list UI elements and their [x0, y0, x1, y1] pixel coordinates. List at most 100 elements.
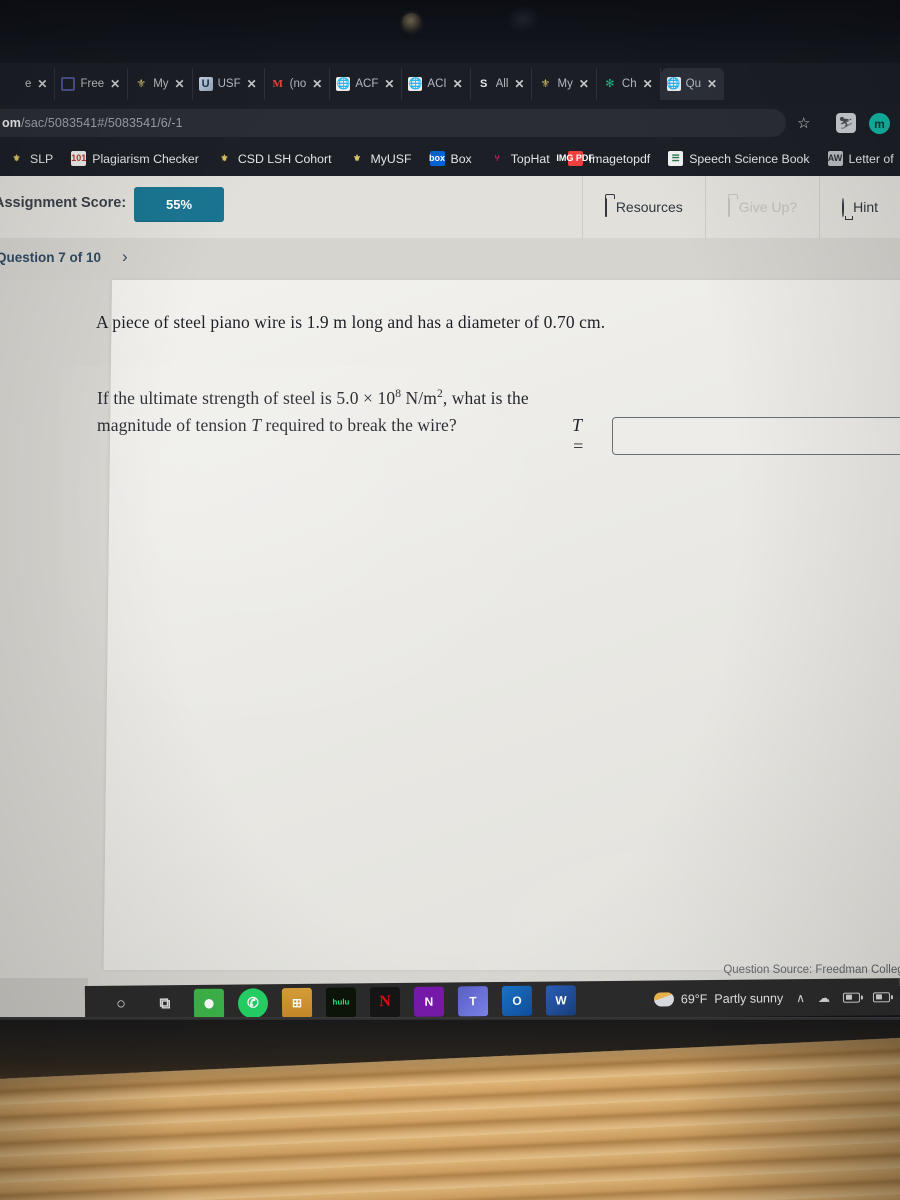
browser-tab-label: Qu — [685, 78, 701, 90]
answer-input[interactable] — [612, 417, 900, 455]
weather-temperature: 69°F — [680, 991, 708, 1006]
give-up-button[interactable]: Give Up? — [704, 176, 819, 238]
task-view-button[interactable]: ⧉ — [150, 989, 180, 1019]
bookmark-item-8[interactable]: AW Letter of — [819, 146, 900, 172]
browser-tab-label: (no — [289, 78, 307, 90]
bookmarks-bar: ⚜ SLP 101 Plagiarism Checker ⚜ CSD LSH Cohort… — [0, 141, 900, 176]
netflix-app[interactable]: N — [369, 986, 401, 1017]
browser-tab-4[interactable]: M (no ✕ — [265, 68, 331, 100]
browser-tab-9[interactable]: ✻ Ch ✕ — [597, 68, 661, 100]
teams-app[interactable]: T — [457, 985, 489, 1016]
bookmark-item-7[interactable]: ☰ Speech Science Book — [659, 146, 818, 172]
question-statement-line1: A piece of steel piano wire is 1.9 m lon… — [96, 312, 606, 332]
browser-tab-close-icon[interactable]: ✕ — [707, 77, 717, 91]
browser-tab-close-icon[interactable]: ✕ — [247, 77, 257, 91]
bookmark-label: CSD LSH Cohort — [237, 151, 332, 166]
browser-tab-0[interactable]: e ✕ — [0, 68, 56, 100]
question-nav-bar: Question 7 of 10 › — [0, 238, 900, 280]
browser-tab-label: My — [153, 78, 169, 90]
browser-tab-close-icon[interactable]: ✕ — [643, 77, 653, 91]
question-counter: Question 7 of 10 — [0, 250, 102, 265]
bookmark-label: MyUSF — [370, 151, 412, 166]
browser-tab-strip: e ✕ Free ✕ ⚜ My ✕ U USF ✕ M (no ✕ 🌐 ACF ✕ 🌐 ACI ✕ S All ✕ ⚜ My ✕… — [0, 63, 900, 105]
tophat-icon: ⑂ — [494, 153, 500, 163]
desk-foreground — [0, 1020, 900, 1200]
taskbar-app-icons: ○ ⧉ ✆ ⊞ hulu N N T O W — [85, 984, 583, 1020]
generic-icon — [6, 77, 20, 91]
bookmark-star-icon[interactable]: ☆ — [797, 116, 810, 131]
s-icon: S — [479, 77, 488, 90]
start-button[interactable]: ○ — [106, 989, 136, 1019]
network-icon[interactable] — [872, 991, 891, 1002]
bookmark-label: TopHat — [510, 151, 550, 166]
extension-icon[interactable]: ⛷ — [836, 113, 856, 133]
onenote-app[interactable]: N — [413, 986, 445, 1017]
browser-tab-close-icon[interactable]: ✕ — [514, 77, 524, 91]
browser-tab-close-icon[interactable]: ✕ — [110, 77, 120, 91]
screenshot-root: e ✕ Free ✕ ⚜ My ✕ U USF ✕ M (no ✕ 🌐 ACF ✕ 🌐 ACI ✕ S All ✕ ⚜ My ✕… — [0, 0, 900, 1200]
address-bar-text: om/sac/5083541#/5083541/6/-1 — [2, 116, 183, 130]
hulu-app[interactable]: hulu — [325, 986, 357, 1018]
assignment-score-value: 55% — [134, 187, 224, 222]
browser-tab-close-icon[interactable]: ✕ — [384, 77, 394, 91]
browser-tab-label: ACF — [355, 78, 379, 90]
give-up-icon — [727, 197, 730, 217]
globe-icon: 🌐 — [336, 77, 351, 91]
bookmark-label: Letter of — [848, 151, 894, 166]
box-icon: box — [429, 151, 445, 166]
browser-tab-label: Ch — [621, 78, 637, 90]
browser-tab-close-icon[interactable]: ✕ — [37, 77, 47, 91]
browser-tab-5[interactable]: 🌐 ACF ✕ — [330, 68, 403, 100]
browser-tab-10[interactable]: 🌐 Qu ✕ — [660, 68, 725, 100]
browser-tab-8[interactable]: ⚜ My ✕ — [532, 68, 597, 100]
resources-button[interactable]: Resources — [581, 176, 705, 238]
hint-button[interactable]: Hint — [819, 176, 900, 238]
bookmark-item-5[interactable]: ⑂ TopHat — [481, 146, 559, 172]
browser-tab-label: Free — [80, 78, 105, 90]
microsoft-store-app[interactable]: ⊞ — [281, 987, 313, 1018]
address-bar[interactable]: om/sac/5083541#/5083541/6/-1 — [0, 109, 786, 137]
question-part-b: N/m — [401, 388, 437, 408]
profile-avatar[interactable]: m — [869, 113, 890, 134]
whatsapp-app[interactable]: ✆ — [237, 987, 269, 1019]
word-app[interactable]: W — [545, 984, 577, 1016]
gmail-icon: M — [272, 77, 283, 90]
globe-icon: 🌐 — [666, 77, 681, 91]
bookmark-item-1[interactable]: 101 Plagiarism Checker — [62, 146, 208, 172]
browser-tab-2[interactable]: ⚜ My ✕ — [128, 68, 193, 100]
folder-icon — [604, 197, 607, 217]
show-hidden-icons-chevron-icon[interactable]: ∧ — [796, 991, 805, 1005]
browser-tab-close-icon[interactable]: ✕ — [312, 77, 322, 91]
browser-tab-6[interactable]: 🌐 ACI ✕ — [402, 68, 471, 100]
question-card: A piece of steel piano wire is 1.9 m lon… — [96, 280, 900, 976]
browser-tab-3[interactable]: U USF ✕ — [193, 68, 265, 100]
browser-tab-7[interactable]: S All ✕ — [471, 68, 533, 100]
bookmark-item-0[interactable]: ⚜ SLP — [0, 146, 62, 172]
globe-icon: 🌐 — [408, 77, 423, 91]
browser-tab-1[interactable]: Free ✕ — [55, 68, 129, 100]
flame-icon: ⚜ — [12, 153, 21, 163]
browser-tab-close-icon[interactable]: ✕ — [175, 77, 185, 91]
flame-icon: ⚜ — [540, 77, 551, 90]
outlook-app[interactable]: O — [501, 985, 533, 1016]
question-toolbar: Resources Give Up? Hint — [581, 176, 900, 238]
bookmark-item-4[interactable]: box Box — [421, 146, 481, 172]
browser-tab-close-icon[interactable]: ✕ — [579, 77, 589, 91]
weather-widget[interactable]: 69°F Partly sunny — [653, 991, 783, 1007]
browser-tab-label: USF — [217, 78, 241, 90]
browser-tab-close-icon[interactable]: ✕ — [453, 77, 463, 91]
question-source: Question Source: Freedman College — [723, 964, 900, 976]
browser-tab-label: e — [25, 78, 32, 90]
question-part-a: If the ultimate strength of steel is 5.0… — [97, 388, 396, 408]
address-path: /sac/5083541#/5083541/6/-1 — [20, 116, 183, 130]
next-question-chevron-icon[interactable]: › — [122, 247, 128, 267]
bookmark-item-6[interactable]: IMG PDF Imagetopdf — [556, 146, 660, 172]
bookmark-item-3[interactable]: ⚜ MyUSF — [341, 146, 421, 172]
ring-icon — [61, 77, 76, 91]
taskbar-system-tray: 69°F Partly sunny ∧ ☁ — [653, 990, 900, 1007]
chrome-app[interactable] — [193, 988, 225, 1019]
battery-icon[interactable] — [842, 992, 861, 1003]
webcam-icon — [402, 13, 421, 32]
onedrive-cloud-icon[interactable]: ☁ — [818, 990, 830, 1004]
bookmark-item-2[interactable]: ⚜ CSD LSH Cohort — [208, 146, 341, 172]
